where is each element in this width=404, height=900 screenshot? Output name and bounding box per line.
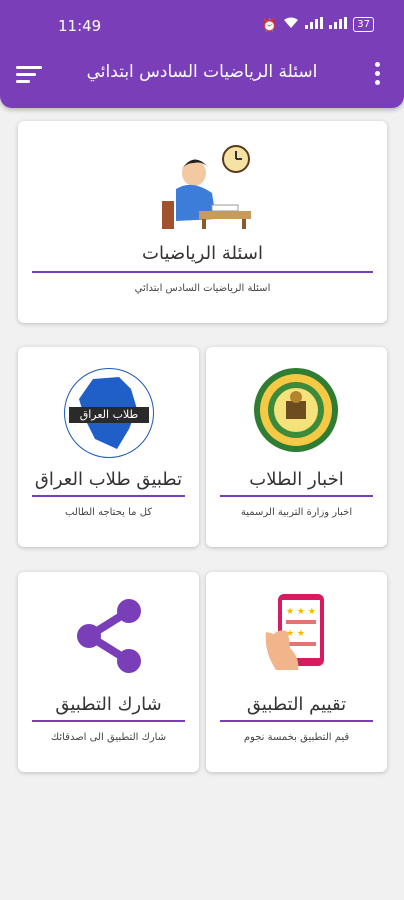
math-questions-card[interactable]: اسئلة الرياضيات اسئلة الرياضيات السادس ا…	[18, 121, 387, 323]
phone-rating-icon: ★ ★ ★ ★ ★	[264, 592, 334, 672]
student-studying-icon	[154, 141, 254, 231]
rate-app-card[interactable]: ★ ★ ★ ★ ★ تقييم التطبيق قيم التطبيق بخمس…	[206, 572, 387, 772]
app-title: اسئلة الرياضيات السادس ابتدائي	[86, 62, 318, 82]
iraq-card-divider	[32, 495, 185, 497]
share-card-subtitle: شارك التطبيق الى اصدقائك	[50, 732, 167, 743]
iraq-card-subtitle: كل ما يحتاجه الطالب	[64, 507, 153, 518]
iraq-students-app-card[interactable]: طلاب العراق تطبيق طلاب العراق كل ما يحتا…	[18, 347, 199, 547]
share-card-divider	[32, 720, 185, 722]
wifi-icon	[283, 17, 299, 32]
ministry-seal-icon	[253, 367, 339, 453]
signal-icon	[305, 17, 324, 32]
news-card-divider	[220, 495, 373, 497]
signal-icon-2	[329, 17, 348, 32]
alarm-icon: ⏰	[262, 17, 278, 32]
iraq-card-title: تطبيق طلاب العراق	[34, 469, 183, 490]
menu-icon[interactable]	[14, 62, 44, 88]
status-time: 11:49	[58, 17, 102, 35]
math-card-title: اسئلة الرياضيات	[142, 243, 263, 264]
svg-text:★ ★ ★: ★ ★ ★	[286, 607, 316, 617]
math-card-divider	[32, 271, 373, 273]
news-card-title: اخبار الطلاب	[249, 469, 344, 490]
share-app-card[interactable]: شارك التطبيق شارك التطبيق الى اصدقائك	[18, 572, 199, 772]
battery-icon: 37	[353, 17, 374, 32]
rate-card-divider	[220, 720, 373, 722]
share-card-title: شارك التطبيق	[55, 694, 162, 715]
more-options-icon[interactable]	[370, 62, 384, 88]
rate-card-subtitle: قيم التطبيق بخمسة نجوم	[243, 732, 350, 743]
math-card-subtitle: اسئلة الرياضيات السادس ابتدائي	[134, 283, 271, 294]
rate-card-title: تقييم التطبيق	[246, 694, 347, 715]
iraq-students-logo: طلاب العراق	[64, 368, 154, 458]
status-icons: ⏰ 37	[262, 17, 374, 32]
student-news-card[interactable]: اخبار الطلاب اخبار وزارة التربية الرسمية	[206, 347, 387, 547]
svg-text:★ ★: ★ ★	[286, 629, 305, 639]
iraq-logo-text: طلاب العراق	[69, 407, 149, 423]
status-bar: 11:49 ⏰ 37	[0, 0, 404, 56]
news-card-subtitle: اخبار وزارة التربية الرسمية	[240, 507, 353, 518]
app-bar: 11:49 ⏰ 37 اسئلة الرياضيات السادس ابتدائ…	[0, 0, 404, 108]
share-icon	[73, 597, 145, 675]
